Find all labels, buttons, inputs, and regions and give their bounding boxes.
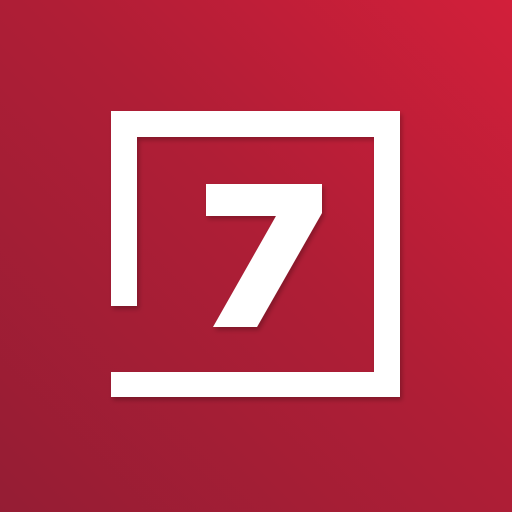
frame-right-bar <box>374 111 400 397</box>
frame-left-bar <box>111 111 137 306</box>
seven-logo-icon: 7 <box>111 111 400 397</box>
frame-top-bar <box>111 111 400 137</box>
numeral-seven-glyph <box>206 184 322 327</box>
app-icon-background: 7 <box>0 0 512 512</box>
frame-bottom-bar <box>111 372 400 397</box>
